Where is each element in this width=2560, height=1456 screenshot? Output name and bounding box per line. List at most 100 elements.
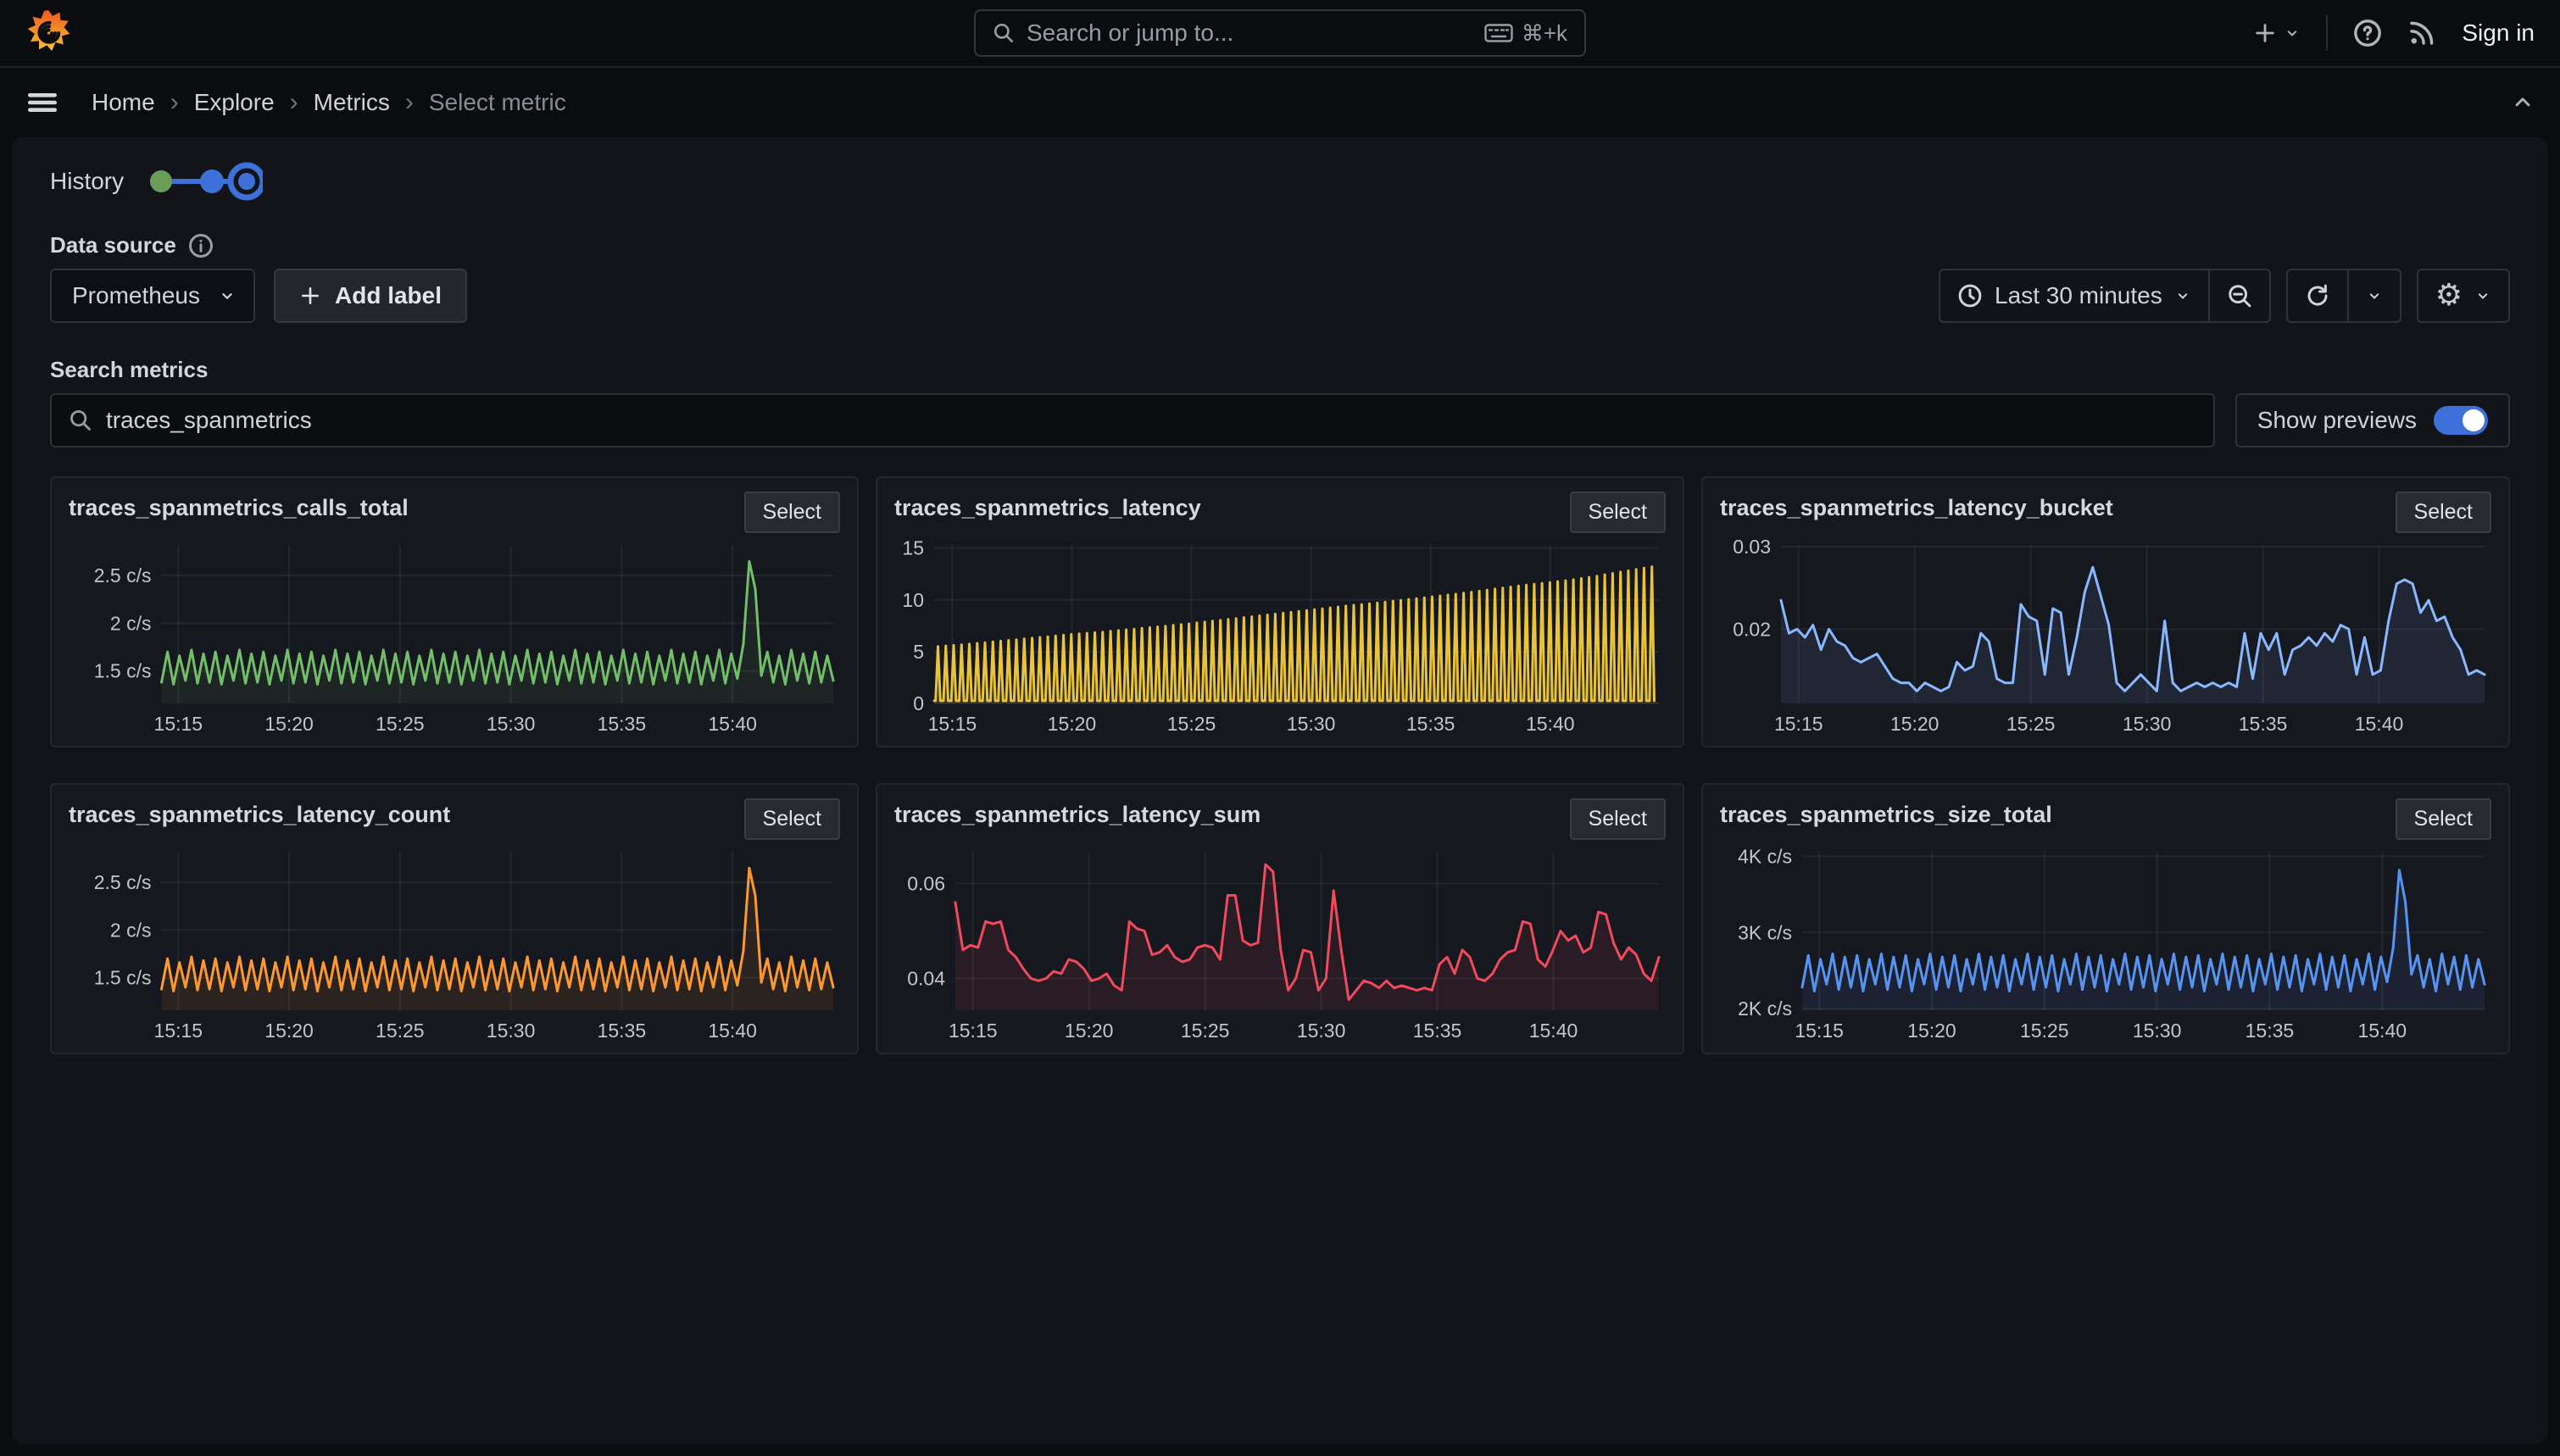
breadcrumb-separator: › bbox=[170, 88, 179, 117]
svg-text:15:20: 15:20 bbox=[1890, 713, 1939, 735]
datasource-label: Data source bbox=[50, 232, 176, 258]
menu-toggle-button[interactable] bbox=[25, 89, 59, 116]
metric-select-button[interactable]: Select bbox=[1570, 798, 1666, 840]
svg-text:15:20: 15:20 bbox=[1048, 713, 1097, 735]
news-button[interactable] bbox=[2407, 19, 2436, 47]
collapse-controls-button[interactable] bbox=[2511, 91, 2535, 114]
svg-text:15:40: 15:40 bbox=[2355, 713, 2404, 735]
svg-text:15:40: 15:40 bbox=[708, 713, 757, 735]
time-toolbar: Last 30 minutes ⚙ bbox=[1939, 269, 2510, 323]
svg-text:0.02: 0.02 bbox=[1733, 618, 1771, 640]
svg-text:15:15: 15:15 bbox=[949, 1020, 998, 1042]
time-range-group: Last 30 minutes bbox=[1939, 269, 2271, 323]
grafana-logo[interactable] bbox=[25, 8, 71, 58]
svg-text:15:25: 15:25 bbox=[1167, 713, 1216, 735]
svg-text:15:15: 15:15 bbox=[1774, 713, 1823, 735]
metrics-search-input[interactable]: traces_spanmetrics bbox=[50, 393, 2215, 447]
svg-text:15:40: 15:40 bbox=[1529, 1020, 1578, 1042]
svg-text:3K c/s: 3K c/s bbox=[1738, 921, 1792, 943]
metric-select-button[interactable]: Select bbox=[744, 492, 840, 533]
metric-preview-chart[interactable]: 15:1515:2015:2515:3015:3515:400.040.06 bbox=[894, 845, 1666, 1044]
breadcrumb-separator: › bbox=[405, 88, 414, 117]
breadcrumb-home[interactable]: Home bbox=[92, 89, 155, 116]
info-icon[interactable] bbox=[188, 233, 214, 258]
svg-text:15:40: 15:40 bbox=[1526, 713, 1575, 735]
metric-panel: traces_spanmetrics_latency Select 15:15 1… bbox=[876, 476, 1684, 747]
controls-row: Prometheus Add label Last 30 minutes bbox=[50, 269, 2510, 323]
svg-text:15:30: 15:30 bbox=[1287, 713, 1336, 735]
datasource-section: Data source bbox=[50, 232, 2510, 258]
history-node-start[interactable] bbox=[150, 170, 172, 192]
metric-panel: traces_spanmetrics_latency_sum Select 15… bbox=[876, 783, 1684, 1054]
metric-preview-chart[interactable]: 15:1515:2015:2515:3015:3515:402K c/s3K c… bbox=[1720, 845, 2491, 1044]
svg-text:15:35: 15:35 bbox=[598, 713, 647, 735]
search-icon bbox=[993, 22, 1015, 44]
metric-select-button[interactable]: Select bbox=[2396, 492, 2491, 533]
breadcrumb-metrics[interactable]: Metrics bbox=[314, 89, 390, 116]
svg-text:15:15: 15:15 bbox=[928, 713, 977, 735]
metric-panel-title: traces_spanmetrics_latency_bucket bbox=[1720, 492, 2113, 521]
show-previews-label: Show previews bbox=[2257, 407, 2417, 434]
hamburger-icon bbox=[25, 89, 59, 116]
metric-panel-title: traces_spanmetrics_latency_sum bbox=[894, 798, 1261, 828]
global-search-input[interactable]: Search or jump to... ⌘+k bbox=[974, 9, 1586, 57]
datasource-picker[interactable]: Prometheus bbox=[50, 269, 255, 323]
svg-text:2 c/s: 2 c/s bbox=[110, 919, 152, 941]
time-range-picker[interactable]: Last 30 minutes bbox=[1940, 270, 2208, 321]
metric-preview-chart[interactable]: 15:1515:2015:2515:3015:3515:400.020.03 bbox=[1720, 538, 2491, 737]
metric-panel-header: traces_spanmetrics_latency_count Select bbox=[69, 798, 840, 840]
help-button[interactable] bbox=[2353, 19, 2382, 47]
metric-panel-header: traces_spanmetrics_size_total Select bbox=[1720, 798, 2491, 840]
refresh-button[interactable] bbox=[2288, 270, 2347, 321]
metric-preview-chart[interactable]: 15:1515:2015:2515:3015:3515:40051015 bbox=[894, 538, 1666, 737]
new-button[interactable] bbox=[2253, 21, 2301, 45]
show-previews-toggle[interactable] bbox=[2434, 406, 2488, 435]
chevron-down-icon bbox=[2474, 287, 2491, 304]
svg-text:2.5 c/s: 2.5 c/s bbox=[94, 564, 152, 586]
svg-text:15:25: 15:25 bbox=[376, 1020, 425, 1042]
sign-in-button[interactable]: Sign in bbox=[2462, 19, 2535, 47]
svg-text:15:25: 15:25 bbox=[2006, 713, 2056, 735]
settings-button[interactable]: ⚙ bbox=[2418, 270, 2508, 321]
history-node-step[interactable] bbox=[200, 169, 224, 193]
svg-text:15:40: 15:40 bbox=[2357, 1020, 2407, 1042]
metrics-search-value: traces_spanmetrics bbox=[106, 407, 312, 434]
svg-text:15:30: 15:30 bbox=[1297, 1020, 1346, 1042]
clock-icon bbox=[1957, 283, 1983, 308]
metric-panel-header: traces_spanmetrics_latency_sum Select bbox=[894, 798, 1666, 840]
metric-panel-title: traces_spanmetrics_calls_total bbox=[69, 492, 409, 521]
metric-select-button[interactable]: Select bbox=[744, 798, 840, 840]
metric-select-button[interactable]: Select bbox=[1570, 492, 1666, 533]
svg-text:15:20: 15:20 bbox=[264, 713, 314, 735]
zoom-out-button[interactable] bbox=[2208, 270, 2269, 321]
help-icon bbox=[2353, 19, 2382, 47]
search-row: traces_spanmetrics Show previews bbox=[50, 393, 2510, 447]
refresh-interval-dropdown[interactable] bbox=[2347, 270, 2400, 321]
svg-text:15: 15 bbox=[902, 538, 924, 559]
global-search-placeholder: Search or jump to... bbox=[1027, 19, 1472, 47]
metric-select-button[interactable]: Select bbox=[2396, 798, 2491, 840]
svg-text:0.06: 0.06 bbox=[907, 873, 945, 895]
history-timeline[interactable] bbox=[147, 159, 263, 203]
svg-text:1.5 c/s: 1.5 c/s bbox=[94, 660, 152, 682]
time-range-value: Last 30 minutes bbox=[1995, 282, 2162, 309]
metric-preview-chart[interactable]: 15:1515:2015:2515:3015:3515:401.5 c/s2 c… bbox=[69, 845, 840, 1044]
breadcrumb: Home › Explore › Metrics › Select metric bbox=[92, 88, 566, 117]
svg-text:15:30: 15:30 bbox=[2133, 1020, 2182, 1042]
add-label-text: Add label bbox=[335, 282, 442, 309]
metric-panel-title: traces_spanmetrics_latency bbox=[894, 492, 1201, 521]
add-label-button[interactable]: Add label bbox=[274, 269, 467, 323]
gear-icon: ⚙ bbox=[2435, 281, 2463, 311]
metric-panels-grid: traces_spanmetrics_calls_total Select 15… bbox=[50, 476, 2510, 1054]
metric-panel-header: traces_spanmetrics_calls_total Select bbox=[69, 492, 840, 533]
svg-text:15:30: 15:30 bbox=[2123, 713, 2172, 735]
svg-text:15:35: 15:35 bbox=[1413, 1020, 1462, 1042]
svg-text:15:20: 15:20 bbox=[1907, 1020, 1956, 1042]
svg-text:15:30: 15:30 bbox=[487, 1020, 536, 1042]
breadcrumb-explore[interactable]: Explore bbox=[194, 89, 275, 116]
metric-preview-chart[interactable]: 15:1515:2015:2515:3015:3515:401.5 c/s2 c… bbox=[69, 538, 840, 737]
search-metrics-section: Search metrics bbox=[50, 357, 2510, 383]
rss-icon bbox=[2407, 19, 2436, 47]
explore-metrics-content: History Data source Prometheus Add label bbox=[12, 137, 2548, 1444]
svg-text:10: 10 bbox=[902, 589, 924, 611]
